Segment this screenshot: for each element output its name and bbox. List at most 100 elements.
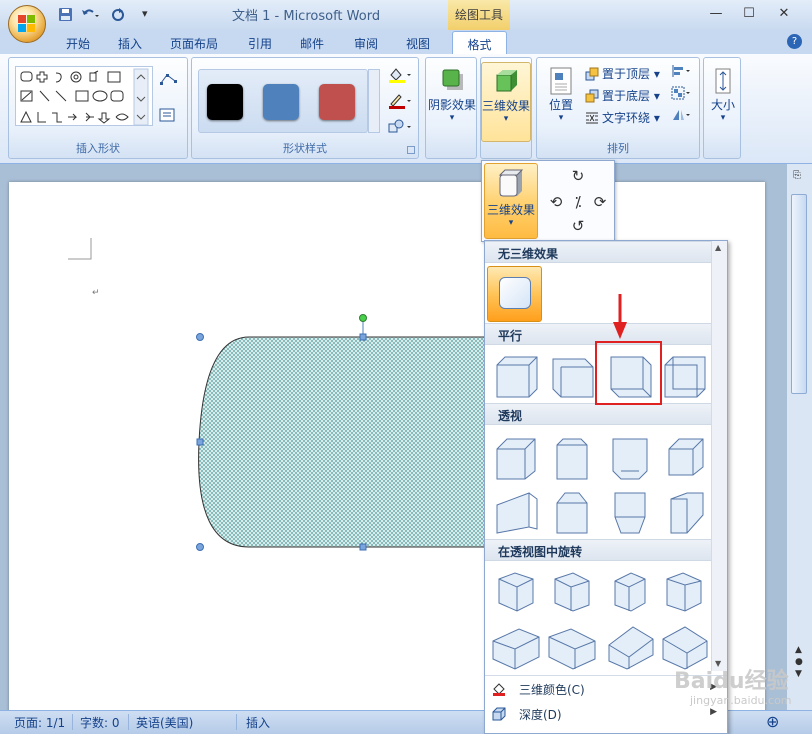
resize-handle[interactable] <box>196 438 204 446</box>
tilt-left-icon[interactable]: ⟲ <box>547 193 565 211</box>
tab-mailings[interactable]: 邮件 <box>300 35 324 52</box>
three-d-color-label: 三维颜色(C) <box>519 683 585 697</box>
text-wrapping-icon <box>586 112 598 124</box>
size-icon <box>708 66 738 96</box>
three-d-option-perspective-4[interactable] <box>657 431 711 485</box>
rotation-handle[interactable] <box>359 314 367 322</box>
bring-to-front-button[interactable]: 置于顶层 ▾ <box>585 64 660 84</box>
scroll-up-icon[interactable]: ▲ <box>715 243 721 252</box>
three-d-option-rotation-4[interactable] <box>657 565 711 619</box>
three-d-option-parallel-1[interactable] <box>489 349 543 403</box>
three-d-option-rotation-7[interactable] <box>603 619 657 673</box>
resize-handle[interactable] <box>196 543 204 551</box>
tab-page-layout[interactable]: 页面布局 <box>170 35 218 52</box>
scroll-thumb[interactable] <box>791 194 807 394</box>
three-d-option-rotation-2[interactable] <box>545 565 599 619</box>
dropdown-arrow-icon: ▾ <box>720 113 726 123</box>
tilt-up-icon[interactable]: ↻ <box>569 167 587 185</box>
three-d-option-perspective-1[interactable] <box>489 431 543 485</box>
three-d-effects-dropdown-label: 三维效果 <box>486 203 535 217</box>
window-title: 文档 1 - Microsoft Word <box>232 9 381 24</box>
position-icon <box>546 66 576 96</box>
three-d-toggle-icon[interactable]: ⁒ <box>569 193 587 211</box>
watermark-url: jingyan.baidu.com <box>689 694 792 707</box>
status-divider <box>236 714 237 730</box>
zoom-in-icon[interactable]: ⊕ <box>766 712 779 731</box>
position-button[interactable]: 位置 ▾ <box>541 66 581 123</box>
tab-home[interactable]: 开始 <box>66 35 90 52</box>
paint-bucket-icon <box>493 683 505 696</box>
insert-mode[interactable]: 插入 <box>246 714 270 731</box>
style-swatch-black[interactable] <box>207 84 243 120</box>
cube-icon <box>556 438 588 480</box>
save-icon[interactable] <box>58 7 73 23</box>
three-d-option-rotation-5[interactable] <box>489 619 543 673</box>
help-icon[interactable]: ? <box>787 34 802 49</box>
text-wrapping-label: 文字环绕 <box>602 111 651 125</box>
customize-qat-icon[interactable]: ▾ <box>142 7 148 23</box>
three-d-option-perspective-8[interactable] <box>657 485 711 539</box>
size-button[interactable]: 大小 ▾ <box>706 66 740 123</box>
send-to-back-button[interactable]: 置于底层 ▾ <box>585 86 660 106</box>
three-d-option-rotation-1[interactable] <box>489 565 543 619</box>
three-d-option-perspective-6[interactable] <box>545 485 599 539</box>
text-wrapping-button[interactable]: 文字环绕 ▾ <box>585 108 660 128</box>
arrange-label: 排列 <box>607 142 629 155</box>
align-icon[interactable] <box>671 64 693 84</box>
edit-shape-icon[interactable] <box>159 72 177 92</box>
tab-format[interactable]: 格式 <box>452 31 507 55</box>
baidu-watermark: Baidu经验 jingyan.baidu.com <box>668 664 808 710</box>
cube-icon <box>666 572 702 612</box>
close-icon[interactable]: ✕ <box>776 6 792 22</box>
three-d-effects-button[interactable]: 三维效果 ▾ <box>481 62 531 142</box>
group-objects-icon[interactable] <box>671 86 693 106</box>
tilt-right-icon[interactable]: ⟳ <box>591 193 609 211</box>
tilt-down-icon[interactable]: ↺ <box>569 217 587 235</box>
shape-outline-icon[interactable] <box>387 92 413 112</box>
shape-styles-gallery[interactable] <box>198 69 368 133</box>
shapes-gallery[interactable] <box>15 66 153 126</box>
language[interactable]: 英语(美国) <box>136 714 193 731</box>
three-d-option-perspective-2[interactable] <box>545 431 599 485</box>
shape-fill-icon[interactable] <box>387 66 413 86</box>
cube-icon <box>496 356 538 398</box>
tab-references[interactable]: 引用 <box>248 35 272 52</box>
style-swatch-red[interactable] <box>319 84 355 120</box>
three-d-option-rotation-3[interactable] <box>603 565 657 619</box>
rounded-shape[interactable] <box>198 336 490 548</box>
office-button[interactable] <box>8 5 46 43</box>
minimize-icon[interactable]: — <box>708 6 724 22</box>
cube-icon <box>614 492 646 534</box>
three-d-option-perspective-7[interactable] <box>603 485 657 539</box>
styles-scroll[interactable] <box>368 69 380 133</box>
maximize-icon[interactable]: ☐ <box>741 6 757 22</box>
vertical-scrollbar[interactable]: ⎘ ▲ ● ▼ <box>786 164 812 710</box>
tab-review[interactable]: 审阅 <box>354 35 378 52</box>
gallery-scrollbar[interactable]: ▲ ▼ <box>711 241 727 671</box>
three-d-option-perspective-5[interactable] <box>489 485 543 539</box>
text-box-icon[interactable] <box>159 108 175 128</box>
shadow-effects-group: 阴影效果 ▾ <box>425 57 477 159</box>
resize-handle[interactable] <box>196 333 204 341</box>
rotate-icon[interactable] <box>671 108 693 128</box>
resize-handle[interactable] <box>359 333 367 341</box>
page-count[interactable]: 页面: 1/1 <box>14 714 65 731</box>
no-3d-effect-option[interactable] <box>487 266 542 322</box>
redo-icon[interactable] <box>110 7 126 23</box>
tab-insert[interactable]: 插入 <box>118 35 142 52</box>
three-d-option-perspective-3[interactable] <box>603 431 657 485</box>
three-d-option-parallel-4[interactable] <box>657 349 711 403</box>
style-swatch-blue[interactable] <box>263 84 299 120</box>
resize-handle[interactable] <box>359 543 367 551</box>
tab-view[interactable]: 视图 <box>406 35 430 52</box>
three-d-effects-dropdown-button[interactable]: 三维效果 ▾ <box>484 163 538 239</box>
three-d-option-rotation-6[interactable] <box>545 619 599 673</box>
office-logo-icon <box>18 15 36 33</box>
word-count[interactable]: 字数: 0 <box>80 714 120 731</box>
cube-icon <box>614 572 646 612</box>
shadow-effects-button[interactable]: 阴影效果 ▾ <box>428 66 476 123</box>
ruler-toggle-icon[interactable]: ⎘ <box>793 170 801 181</box>
change-shape-icon[interactable] <box>387 118 413 138</box>
three-d-option-parallel-2[interactable] <box>545 349 599 403</box>
undo-icon[interactable] <box>80 7 100 23</box>
